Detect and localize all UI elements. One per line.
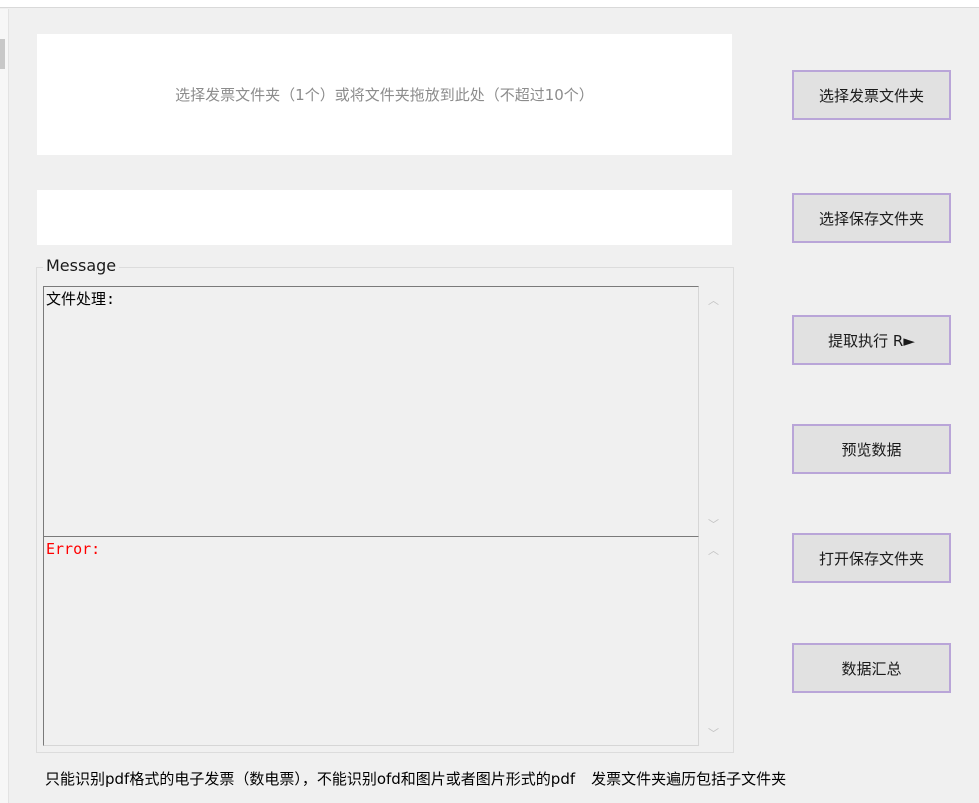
open-save-folder-button[interactable]: 打开保存文件夹 (792, 533, 951, 583)
left-edge-strip (0, 9, 9, 803)
message-scrollbar[interactable]: ︿ ﹀ (700, 287, 727, 537)
window-top-edge (0, 0, 979, 8)
message-group-legend: Message (43, 256, 120, 276)
scroll-up-icon[interactable]: ︿ (700, 539, 727, 561)
select-invoice-folder-button[interactable]: 选择发票文件夹 (792, 70, 951, 120)
left-scroll-thumb[interactable] (0, 39, 5, 69)
extract-execute-button[interactable]: 提取执行 R► (792, 315, 951, 365)
format-limitation-note: 只能识别pdf格式的电子发票（数电票），不能识别ofd和图片或者图片形式的pdf (45, 770, 576, 788)
preview-data-button[interactable]: 预览数据 (792, 424, 951, 474)
select-save-folder-button[interactable]: 选择保存文件夹 (792, 193, 951, 243)
invoice-folder-drop-zone[interactable]: 选择发票文件夹（1个）或将文件夹拖放到此处（不超过10个） (37, 34, 732, 155)
message-textbox[interactable]: 文件处理: (43, 286, 699, 538)
error-textbox[interactable]: Error: (43, 536, 699, 746)
scroll-up-icon[interactable]: ︿ (700, 289, 727, 311)
scroll-down-icon[interactable]: ﹀ (700, 513, 727, 535)
error-text: Error: (46, 540, 101, 558)
save-folder-path-field[interactable] (37, 190, 732, 245)
drop-zone-hint: 选择发票文件夹（1个）或将文件夹拖放到此处（不超过10个） (175, 86, 594, 104)
recursive-folder-note: 发票文件夹遍历包括子文件夹 (591, 770, 787, 788)
error-scrollbar[interactable]: ︿ ﹀ (700, 537, 727, 746)
message-text: 文件处理: (46, 290, 116, 308)
footer-note: 只能识别pdf格式的电子发票（数电票），不能识别ofd和图片或者图片形式的pdf… (45, 768, 786, 790)
data-summary-button[interactable]: 数据汇总 (792, 643, 951, 693)
scroll-down-icon[interactable]: ﹀ (700, 722, 727, 744)
